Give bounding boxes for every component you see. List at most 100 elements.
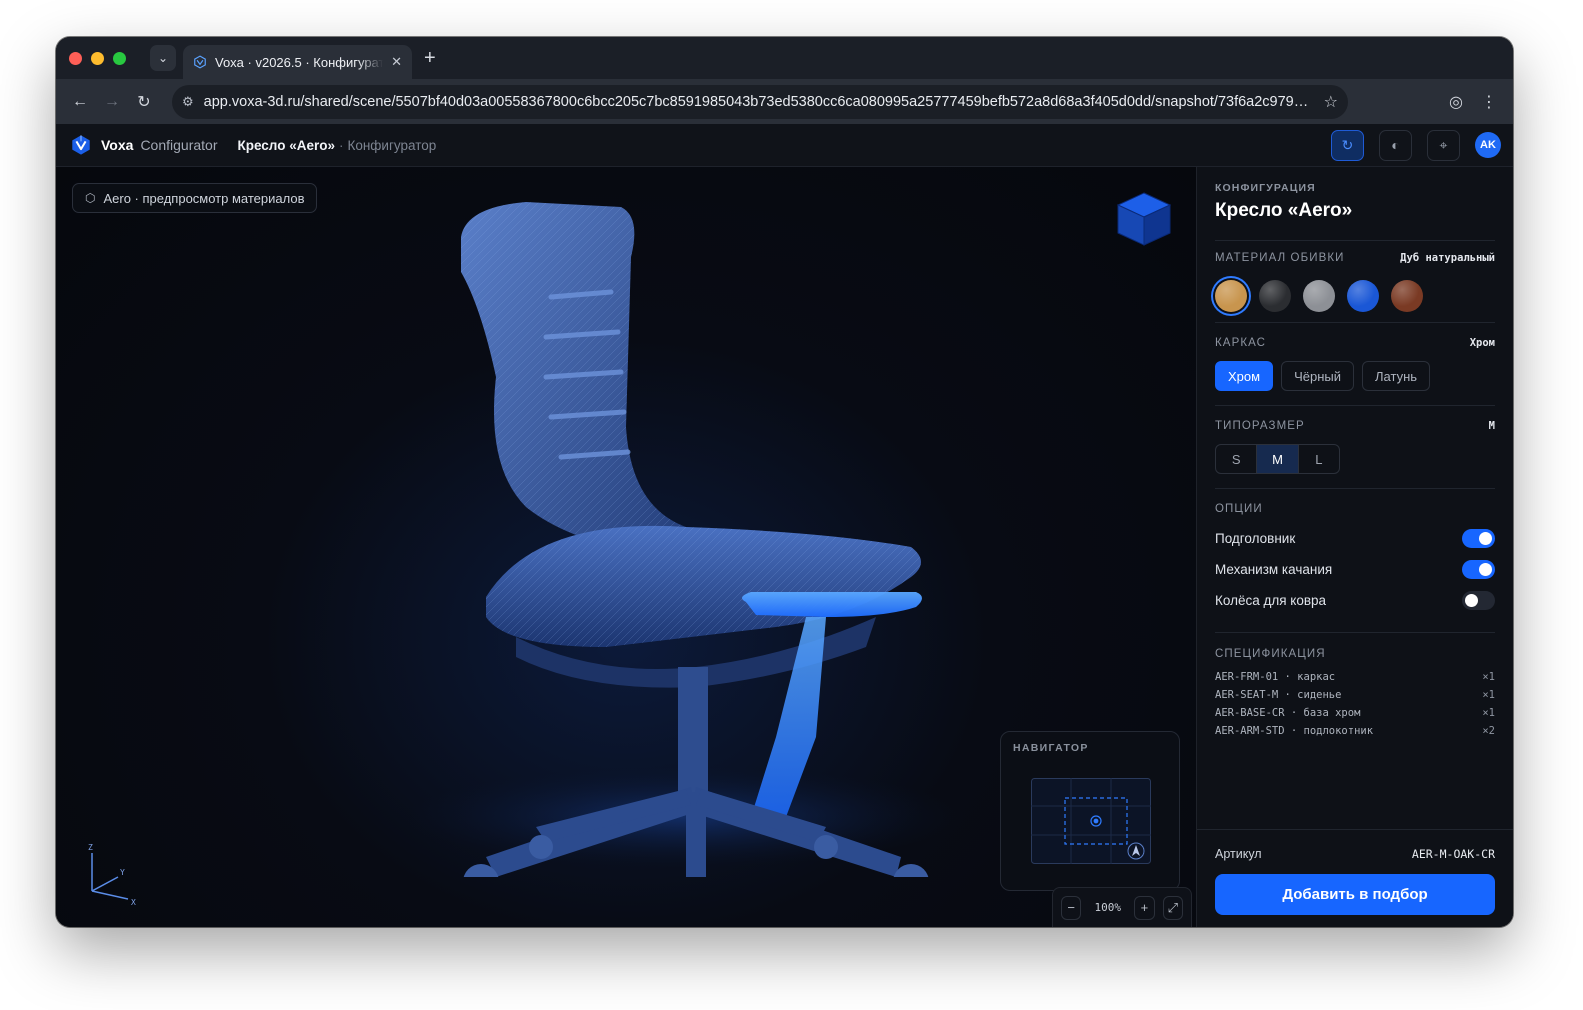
focus-button[interactable]: ⌖: [1427, 129, 1460, 161]
rotate-icon: ↻: [1341, 136, 1354, 153]
view-cube-icon[interactable]: [1114, 189, 1174, 249]
size-options: SML: [1215, 444, 1340, 474]
material-swatch[interactable]: [1215, 280, 1247, 312]
frame-option-button[interactable]: Чёрный: [1281, 361, 1354, 391]
spec-label: СПЕЦИФИКАЦИЯ: [1215, 648, 1326, 660]
configuration-panel: КОНФИГУРАЦИЯ Кресло «Aero» МАТЕРИАЛ ОБИВ…: [1196, 167, 1513, 927]
axis-z-label: Z: [88, 843, 93, 852]
breadcrumb-separator: ·: [338, 137, 344, 153]
favicon-icon: [194, 55, 206, 69]
material-value: Дуб натуральный: [1400, 252, 1495, 264]
spec-row: AER-ARM-STD · подлокотник ×2: [1215, 722, 1495, 740]
add-to-selection-button[interactable]: Добавить в подбор: [1215, 874, 1495, 915]
back-button[interactable]: ←: [64, 93, 96, 111]
navigator-title: НАВИГАТОР: [1013, 742, 1089, 754]
arrow-left-icon: ←: [72, 92, 88, 110]
frame-option-button[interactable]: Хром: [1215, 361, 1274, 391]
divider: [1215, 488, 1495, 489]
spec-item: AER-SEAT-M · сиденье: [1215, 689, 1342, 701]
option-toggle[interactable]: [1462, 591, 1495, 610]
zoom-in-button[interactable]: +: [1134, 895, 1155, 920]
option-toggle[interactable]: [1462, 529, 1495, 548]
voxa-logo-icon: [72, 135, 90, 155]
panel-footer: Артикул AER-M-OAK-CR Добавить в подбор: [1197, 829, 1513, 927]
browser-tab-bar: ⌄ Voxa · v2026.5 · Конфигуратор ✕ +: [56, 37, 1513, 79]
preview-chip-label: Aero · предпросмотр материалов: [103, 190, 305, 206]
material-swatch[interactable]: [1391, 280, 1423, 312]
address-bar[interactable]: ⚙ app.voxa-3d.ru/shared/scene/5507bf40d0…: [172, 84, 1348, 119]
axis-y-label: Y: [120, 868, 125, 877]
zoom-controls: − 100% + ⤢: [1052, 887, 1192, 927]
spec-item: AER-ARM-STD · подлокотник: [1215, 725, 1374, 737]
breadcrumb-page: Конфигуратор: [347, 137, 437, 153]
browser-tab-active[interactable]: Voxa · v2026.5 · Конфигуратор ✕: [183, 45, 412, 79]
frame-options: Хром Чёрный Латунь: [1215, 361, 1495, 391]
url-text: app.voxa-3d.ru/shared/scene/5507bf40d03a…: [203, 93, 1314, 110]
spec-qty: ×1: [1482, 689, 1495, 701]
size-option-button[interactable]: M: [1257, 445, 1299, 473]
zoom-out-button[interactable]: −: [1061, 895, 1082, 920]
reload-button[interactable]: ↻: [128, 92, 160, 112]
fit-view-button[interactable]: ⤢: [1162, 895, 1184, 920]
chair-model[interactable]: [356, 177, 976, 877]
axis-gizmo: Z Y X: [88, 843, 136, 907]
zoom-window-button[interactable]: [113, 51, 126, 65]
tab-close-icon[interactable]: ✕: [391, 54, 402, 70]
spec-qty: ×1: [1482, 707, 1495, 719]
options-label: ОПЦИИ: [1215, 503, 1263, 515]
bookmark-star-icon[interactable]: ☆: [1324, 92, 1338, 112]
app-header: Voxa Configurator Кресло «Aero» · Конфиг…: [56, 124, 1513, 167]
brand-name: Voxa: [101, 137, 134, 153]
material-swatch[interactable]: [1303, 280, 1335, 312]
tab-title: Voxa · v2026.5 · Конфигуратор: [215, 54, 384, 70]
palette-icon: ◐: [1391, 137, 1400, 153]
size-option-button[interactable]: L: [1299, 445, 1339, 473]
axis-x-label: X: [131, 898, 136, 907]
options-list: Подголовник Механизм качания Колёса для ко…: [1215, 523, 1495, 616]
reload-icon: ↻: [137, 93, 151, 111]
browser-toolbar: ← → ↻ ⚙ app.voxa-3d.ru/shared/scene/5507…: [56, 79, 1513, 124]
option-label: Механизм качания: [1215, 562, 1333, 577]
forward-button[interactable]: →: [96, 93, 128, 111]
close-window-button[interactable]: [69, 51, 82, 65]
rotate-mode-button[interactable]: ↻: [1331, 129, 1364, 161]
minimize-window-button[interactable]: [91, 51, 104, 65]
new-tab-button[interactable]: +: [424, 47, 436, 70]
spec-row: AER-BASE-CR · база хром ×1: [1215, 704, 1495, 722]
divider: [1215, 405, 1495, 406]
size-option-button[interactable]: S: [1216, 445, 1258, 473]
tab-search-button[interactable]: ⌄: [150, 45, 176, 71]
chevron-down-icon: ⌄: [157, 51, 169, 65]
spec-row: AER-SEAT-M · сиденье ×1: [1215, 686, 1495, 704]
avatar[interactable]: AK: [1475, 132, 1501, 158]
sku-value: AER-M-OAK-CR: [1411, 847, 1495, 861]
navigator-map[interactable]: [1031, 778, 1151, 864]
config-section-label: КОНФИГУРАЦИЯ: [1215, 182, 1316, 194]
profile-icon[interactable]: ◎: [1449, 92, 1463, 112]
brand-subtitle: Configurator: [140, 137, 218, 153]
material-swatches: [1215, 280, 1495, 312]
size-label: ТИПОРАЗМЕР: [1215, 420, 1305, 432]
material-swatch[interactable]: [1259, 280, 1291, 312]
materials-button[interactable]: ◐: [1379, 129, 1412, 161]
option-label: Подголовник: [1215, 531, 1296, 546]
3d-viewport[interactable]: ⬡ Aero · предпросмотр материалов Z Y X Н…: [56, 167, 1196, 927]
crosshair-icon: ⌖: [1439, 136, 1448, 153]
material-swatch[interactable]: [1347, 280, 1379, 312]
site-settings-icon[interactable]: ⚙: [182, 94, 194, 110]
browser-menu-icon[interactable]: ⋮: [1481, 92, 1497, 112]
expand-icon: ⤢: [1167, 899, 1179, 915]
option-toggle[interactable]: [1462, 560, 1495, 579]
cube-outline-icon: ⬡: [85, 191, 96, 205]
frame-option-button[interactable]: Латунь: [1362, 361, 1431, 391]
spec-qty: ×1: [1482, 671, 1495, 683]
window-controls: [69, 51, 126, 65]
spec-row: AER-FRM-01 · каркас ×1: [1215, 668, 1495, 686]
option-row: Подголовник: [1215, 523, 1495, 554]
breadcrumb-product[interactable]: Кресло «Aero»: [237, 138, 335, 153]
navigator-panel: НАВИГАТОР: [1000, 731, 1180, 891]
option-label: Колёса для ковра: [1215, 593, 1327, 608]
frame-label: КАРКАС: [1215, 337, 1267, 349]
preview-chip: ⬡ Aero · предпросмотр материалов: [72, 183, 318, 213]
sku-label: Артикул: [1215, 847, 1262, 861]
